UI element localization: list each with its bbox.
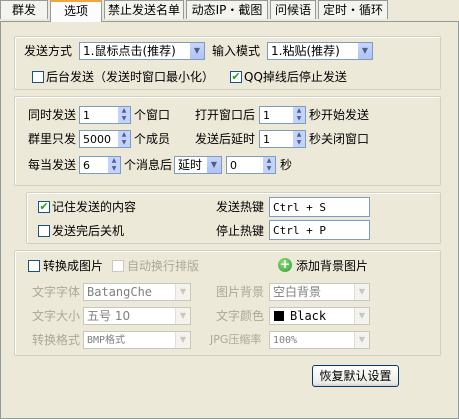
- pause-seconds-value: 0: [230, 159, 237, 172]
- tab-options[interactable]: 选项: [50, 0, 102, 22]
- concurrent-spinner[interactable]: 1 ▲ ▼: [79, 106, 131, 124]
- chevron-down-icon: ▼: [357, 43, 372, 59]
- chevron-down-icon: ▼: [354, 332, 369, 348]
- convert-image-checkbox[interactable]: [28, 260, 40, 272]
- every-send-value: 6: [83, 159, 90, 172]
- close-delay-value: 1: [263, 133, 270, 146]
- font-size-label: 文字大小: [32, 309, 81, 323]
- pause-mode-value: 延时: [178, 158, 203, 172]
- chevron-down-icon: ▼: [354, 308, 369, 324]
- spinner-arrows-icon[interactable]: ▲ ▼: [117, 131, 130, 147]
- tab-schedule[interactable]: 定时・循环: [318, 0, 388, 19]
- group-limit-value: 5000: [83, 133, 111, 146]
- color-swatch: [274, 311, 284, 321]
- jpg-quality-value: 100%: [273, 335, 298, 346]
- auto-wrap-checkbox[interactable]: [112, 260, 124, 272]
- background-send-checkbox[interactable]: [32, 71, 44, 83]
- group-limit-label: 群里只发: [28, 132, 77, 146]
- format-select[interactable]: BMP格式 ▼: [83, 331, 191, 349]
- every-send-label: 每当发送: [28, 158, 77, 172]
- stop-hotkey-label: 停止热键: [216, 224, 265, 238]
- tab-mass-send[interactable]: 群发: [0, 0, 48, 19]
- every-send-unit: 个消息后: [124, 158, 173, 172]
- chevron-down-icon: ▼: [175, 308, 190, 324]
- spinner-arrows-icon[interactable]: ▲ ▼: [107, 157, 120, 173]
- spinner-arrows-icon[interactable]: ▲ ▼: [117, 107, 130, 123]
- shutdown-label: 发送完后关机: [52, 224, 125, 238]
- open-delay-unit: 秒开始发送: [309, 108, 370, 122]
- chevron-down-icon: ▼: [189, 43, 204, 59]
- font-color-label: 文字颜色: [216, 309, 265, 323]
- font-size-value: 五号 10: [87, 309, 131, 323]
- spinner-arrows-icon[interactable]: ▲ ▼: [292, 131, 305, 147]
- close-delay-label: 发送后延时: [195, 132, 256, 146]
- add-background-button[interactable]: 添加背景图片: [296, 258, 368, 274]
- close-delay-spinner[interactable]: 1 ▲ ▼: [259, 130, 306, 148]
- restore-defaults-button[interactable]: 恢复默认设置: [312, 365, 399, 387]
- chevron-down-icon: ▼: [206, 157, 221, 173]
- tab-greetings[interactable]: 问候语: [270, 0, 316, 19]
- group-limit-unit: 个成员: [134, 132, 171, 146]
- input-mode-label: 输入模式: [212, 44, 261, 58]
- background-label: 图片背景: [216, 285, 265, 299]
- open-delay-value: 1: [263, 109, 270, 122]
- stop-hotkey-value: Ctrl + P: [273, 224, 326, 237]
- format-label: 转换格式: [32, 333, 81, 347]
- font-size-select[interactable]: 五号 10 ▼: [83, 307, 191, 325]
- stop-hotkey-input[interactable]: Ctrl + P: [269, 220, 370, 240]
- spinner-arrows-icon[interactable]: ▲ ▼: [292, 107, 305, 123]
- remember-content-checkbox[interactable]: ✔: [38, 201, 50, 213]
- font-color-select[interactable]: Black ▼: [269, 307, 370, 325]
- remember-content-label: 记住发送的内容: [52, 200, 137, 214]
- group-limit-spinner[interactable]: 5000 ▲ ▼: [79, 130, 131, 148]
- shutdown-checkbox[interactable]: [38, 225, 50, 237]
- auto-wrap-label: 自动换行排版: [127, 259, 200, 273]
- send-hotkey-input[interactable]: Ctrl + S: [269, 197, 370, 217]
- tab-blocklist[interactable]: 禁止发送名单: [104, 0, 184, 19]
- pause-seconds-unit: 秒: [280, 158, 293, 172]
- chevron-down-icon: ▼: [175, 284, 190, 300]
- spinner-arrows-icon[interactable]: ▲ ▼: [262, 157, 275, 173]
- open-delay-label: 打开窗口后: [195, 108, 256, 122]
- concurrent-value: 1: [83, 109, 90, 122]
- jpg-quality-select[interactable]: 100% ▼: [269, 331, 370, 349]
- font-color-value: Black: [290, 309, 327, 323]
- tab-dynamic-ip[interactable]: 动态IP・截图: [186, 0, 268, 19]
- convert-image-label: 转换成图片: [43, 259, 104, 273]
- input-mode-value: 1.粘贴(推荐): [271, 44, 340, 58]
- font-label: 文字字体: [32, 285, 81, 299]
- close-delay-unit: 秒关闭窗口: [309, 132, 370, 146]
- send-hotkey-value: Ctrl + S: [273, 201, 326, 214]
- chevron-down-icon: ▼: [354, 284, 369, 300]
- tab-bar: 群发 选项 禁止发送名单 动态IP・截图 问候语 定时・循环: [0, 0, 459, 22]
- format-value: BMP格式: [87, 335, 126, 346]
- add-icon[interactable]: +: [278, 258, 292, 272]
- every-send-spinner[interactable]: 6 ▲ ▼: [79, 156, 121, 174]
- concurrent-unit: 个窗口: [134, 108, 171, 122]
- open-delay-spinner[interactable]: 1 ▲ ▼: [259, 106, 306, 124]
- send-mode-value: 1.鼠标点击(推荐): [83, 44, 176, 58]
- concurrent-label: 同时发送: [28, 108, 77, 122]
- pause-seconds-spinner[interactable]: 0 ▲ ▼: [226, 156, 276, 174]
- pause-mode-select[interactable]: 延时 ▼: [174, 156, 222, 174]
- stop-on-disconnect-checkbox[interactable]: ✔: [230, 71, 242, 83]
- background-send-label: 后台发送（发送时窗口最小化）: [46, 70, 215, 84]
- font-value: BatangChe: [87, 285, 153, 299]
- stop-on-disconnect-label: QQ掉线后停止发送: [244, 70, 347, 84]
- send-hotkey-label: 发送热键: [216, 200, 265, 214]
- background-value: 空白背景: [273, 285, 322, 299]
- chevron-down-icon: ▼: [175, 332, 190, 348]
- jpg-quality-label: JPG压缩率: [210, 333, 262, 346]
- font-select[interactable]: BatangChe ▼: [83, 283, 191, 301]
- send-mode-select[interactable]: 1.鼠标点击(推荐) ▼: [79, 42, 205, 60]
- background-select[interactable]: 空白背景 ▼: [269, 283, 370, 301]
- input-mode-select[interactable]: 1.粘贴(推荐) ▼: [267, 42, 373, 60]
- send-mode-label: 发送方式: [24, 44, 73, 58]
